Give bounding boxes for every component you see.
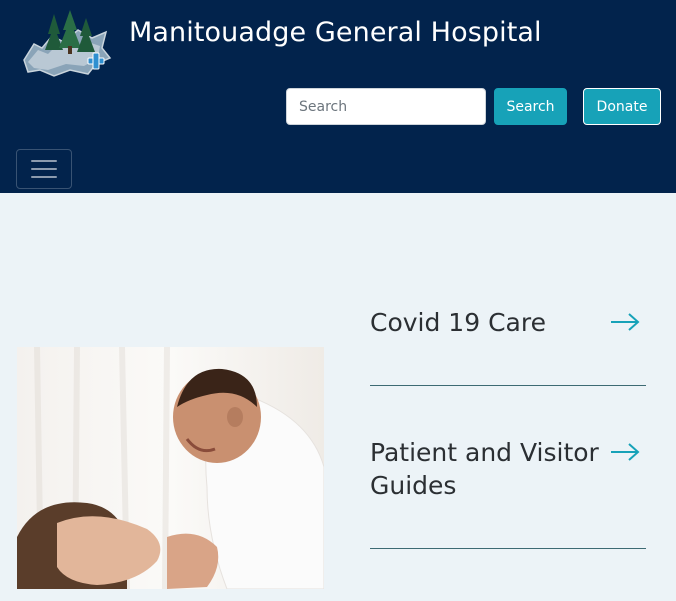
site-header: Manitouadge General Hospital Search Dona… <box>0 0 676 193</box>
arrow-right-icon <box>611 443 640 461</box>
site-title[interactable]: Manitouadge General Hospital <box>129 17 542 48</box>
patient-and-visitor-guides-link[interactable]: Patient and Visitor Guides <box>370 436 646 502</box>
search-button[interactable]: Search <box>494 88 567 125</box>
covid-19-care-link[interactable]: Covid 19 Care <box>370 306 646 339</box>
donate-button[interactable]: Donate <box>583 88 661 125</box>
search-input[interactable] <box>286 88 486 125</box>
hospital-logo[interactable] <box>18 8 114 80</box>
hamburger-menu-button[interactable] <box>16 149 72 189</box>
covid-19-care-label: Covid 19 Care <box>370 308 546 337</box>
divider <box>370 385 646 386</box>
patient-and-visitor-guides-label: Patient and Visitor Guides <box>370 438 599 500</box>
mother-and-baby-photo <box>17 347 324 589</box>
hamburger-menu-icon <box>31 160 57 162</box>
divider <box>370 548 646 549</box>
arrow-right-icon <box>611 313 640 331</box>
